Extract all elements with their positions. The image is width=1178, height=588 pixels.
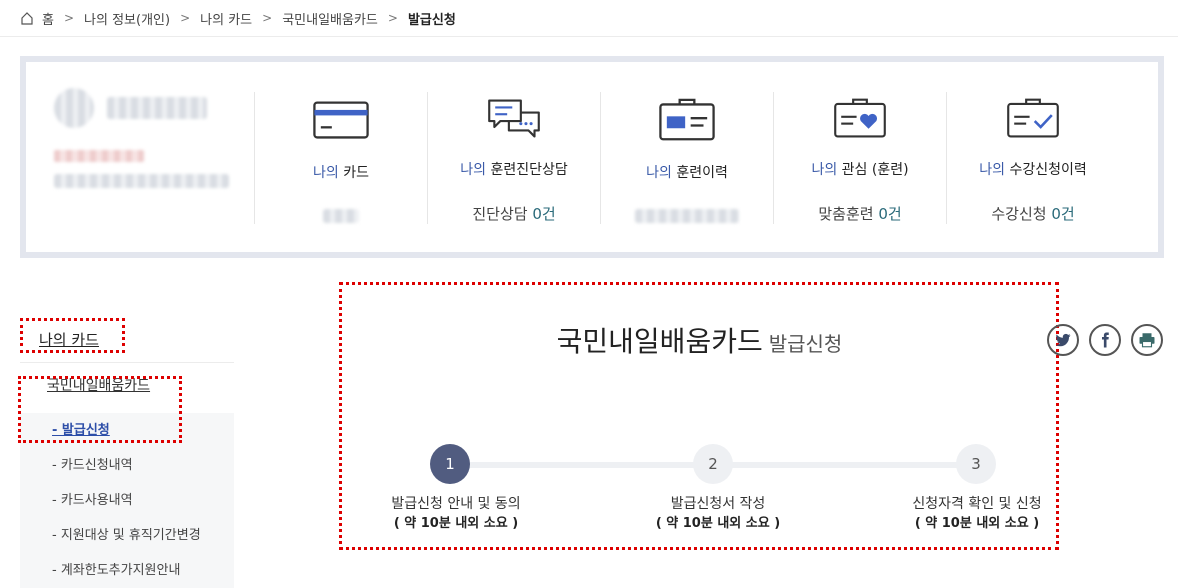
divider — [20, 362, 234, 363]
page-title: 국민내일배움카드 발급신청 — [556, 325, 843, 358]
facebook-share-button[interactable] — [1089, 324, 1121, 356]
chevron-right-icon: > — [262, 11, 273, 25]
stat-value-redacted — [323, 206, 359, 224]
highlight-box-sidebar-sub — [18, 376, 182, 443]
sidebar-item-card-usage[interactable]: - 카드사용내역 — [20, 483, 234, 518]
breadcrumb-current: 발급신청 — [407, 12, 456, 28]
breadcrumb-home[interactable]: 홈 — [20, 9, 54, 28]
breadcrumb: 홈 > 나의 정보(개인) > 나의 카드 > 국민내일배움카드 > 발급신청 — [0, 0, 1178, 37]
breadcrumb-home-label: 홈 — [42, 12, 54, 28]
sidebar-item-card-requests[interactable]: - 카드신청내역 — [20, 448, 234, 483]
step-2-circle: 2 — [693, 444, 733, 484]
check-card-icon — [1007, 98, 1059, 138]
stat-training-history[interactable]: 나의 훈련이력 — [600, 92, 773, 224]
user-date-redacted — [54, 174, 229, 188]
dashboard-panel: 나의 카드 나의 훈련진단상담 진단상담 0건 나의 훈련이력 나의 관심 (훈… — [20, 56, 1164, 258]
breadcrumb-my-card[interactable]: 나의 카드 — [200, 9, 252, 28]
chevron-right-icon: > — [63, 11, 75, 25]
stat-my-card[interactable]: 나의 카드 — [254, 92, 427, 224]
step-3-circle: 3 — [956, 444, 996, 484]
step-3-text: 신청자격 확인 및 신청 ( 약 10분 내외 소요 ) — [912, 496, 1042, 531]
twitter-icon — [1055, 333, 1071, 347]
profile-summary — [26, 62, 254, 252]
sidebar: 나의 카드 국민내일배움카드 - 발급신청 - 카드신청내역 - 카드사용내역 … — [20, 320, 234, 588]
breadcrumb-my-info[interactable]: 나의 정보(개인) — [84, 9, 170, 28]
print-button[interactable] — [1131, 324, 1163, 356]
id-card-icon — [659, 98, 715, 141]
sidebar-item-eligibility-change[interactable]: - 지원대상 및 휴직기간변경 — [20, 518, 234, 553]
step-1-text: 발급신청 안내 및 동의 ( 약 10분 내외 소요 ) — [391, 496, 521, 531]
breadcrumb-national-card[interactable]: 국민내일배움카드 — [282, 9, 378, 28]
heart-card-icon — [834, 98, 886, 138]
stat-diagnosis[interactable]: 나의 훈련진단상담 진단상담 0건 — [427, 92, 600, 224]
user-name-redacted — [107, 97, 208, 119]
stat-value-redacted — [635, 206, 739, 224]
print-icon — [1139, 333, 1155, 348]
home-icon — [21, 12, 33, 25]
card-icon — [313, 101, 369, 139]
user-status-redacted — [54, 150, 144, 162]
highlight-box-sidebar-title — [20, 318, 125, 353]
avatar — [54, 88, 94, 128]
chevron-right-icon: > — [180, 11, 191, 25]
step-2-text: 발급신청서 작성 ( 약 10분 내외 소요 ) — [655, 496, 781, 531]
stat-interest[interactable]: 나의 관심 (훈련) 맞춤훈련 0건 — [773, 92, 946, 224]
chevron-right-icon: > — [387, 11, 398, 25]
chat-icon — [488, 99, 540, 138]
step-1-circle: 1 — [430, 444, 470, 484]
stat-enrollment-history[interactable]: 나의 수강신청이력 수강신청 0건 — [946, 92, 1119, 224]
facebook-icon — [1102, 332, 1109, 348]
twitter-share-button[interactable] — [1047, 324, 1079, 356]
